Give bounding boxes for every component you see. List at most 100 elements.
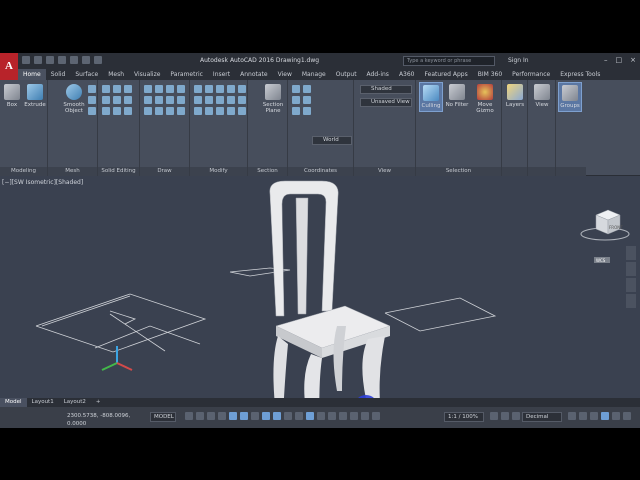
dynamic-input-icon[interactable] <box>218 412 226 420</box>
mesh-tool-icon[interactable] <box>88 85 96 93</box>
zoom-icon[interactable] <box>626 278 636 292</box>
fillet-edge-icon[interactable] <box>113 107 121 115</box>
move-icon[interactable] <box>194 85 202 93</box>
union-icon[interactable] <box>102 85 110 93</box>
polyline-icon[interactable] <box>155 85 163 93</box>
ucs-y-icon[interactable] <box>303 96 311 104</box>
offset-icon[interactable] <box>227 96 235 104</box>
mesh-tool-icon[interactable] <box>88 96 96 104</box>
sign-in-link[interactable]: Sign In <box>508 57 529 64</box>
ucs-3point-icon[interactable] <box>303 107 311 115</box>
interfere-icon[interactable] <box>102 96 110 104</box>
minimize-icon[interactable]: – <box>604 56 608 64</box>
clean-screen-icon[interactable] <box>612 412 620 420</box>
ucs-origin-icon[interactable] <box>303 85 311 93</box>
ucs-combo[interactable]: World <box>312 136 352 145</box>
full-navigation-wheel-icon[interactable] <box>626 246 636 260</box>
tab-layout1[interactable]: Layout1 <box>27 398 59 407</box>
tab-output[interactable]: Output <box>331 69 362 80</box>
intersect-icon[interactable] <box>124 85 132 93</box>
no-filter-button[interactable]: No Filter <box>444 84 470 108</box>
transparency-icon[interactable] <box>295 412 303 420</box>
add-layout-button[interactable]: + <box>91 398 106 407</box>
isolate-objects-icon[interactable] <box>590 412 598 420</box>
subtract-icon[interactable] <box>113 85 121 93</box>
mirror-icon[interactable] <box>227 85 235 93</box>
ortho-icon[interactable] <box>229 412 237 420</box>
section-plane-button[interactable]: Section Plane <box>260 84 286 114</box>
explode-icon[interactable] <box>238 96 246 104</box>
hatch-icon[interactable] <box>144 107 152 115</box>
saveas-icon[interactable] <box>58 56 66 64</box>
line-icon[interactable] <box>144 85 152 93</box>
shell-icon[interactable] <box>124 107 132 115</box>
orbit-icon[interactable] <box>626 294 636 308</box>
point-icon[interactable] <box>177 107 185 115</box>
box-button[interactable]: Box <box>0 84 24 108</box>
polygon-icon[interactable] <box>155 96 163 104</box>
smooth-object-button[interactable]: Smooth Object <box>62 84 86 114</box>
isodraft-icon[interactable] <box>251 412 259 420</box>
new-icon[interactable] <box>22 56 30 64</box>
dynamic-ucs-icon[interactable] <box>328 412 336 420</box>
named-view-combo[interactable]: Unsaved View <box>360 98 412 107</box>
osnap-icon[interactable] <box>273 412 281 420</box>
ellipse-icon[interactable] <box>177 96 185 104</box>
rotate-icon[interactable] <box>205 85 213 93</box>
align-icon[interactable] <box>216 107 224 115</box>
drawing-viewport[interactable]: [−][SW Isometric][Shaded] FRONT WCS <box>0 176 640 398</box>
tab-bim-360[interactable]: BIM 360 <box>473 69 507 80</box>
erase-icon[interactable] <box>194 107 202 115</box>
chamfer-icon[interactable] <box>238 107 246 115</box>
tab-manage[interactable]: Manage <box>297 69 331 80</box>
rectangle-icon[interactable] <box>144 96 152 104</box>
ucs-z-icon[interactable] <box>292 107 300 115</box>
visual-style-combo[interactable]: Shaded <box>360 85 412 94</box>
print-icon[interactable] <box>70 56 78 64</box>
model-space-toggle[interactable]: MODEL <box>150 412 176 422</box>
application-menu-button[interactable]: A <box>0 53 18 81</box>
tab-annotate[interactable]: Annotate <box>235 69 272 80</box>
fillet-icon[interactable] <box>205 96 213 104</box>
plus-icon[interactable] <box>512 412 520 420</box>
copy-icon[interactable] <box>216 85 224 93</box>
infer-icon[interactable] <box>207 412 215 420</box>
spline-icon[interactable] <box>166 96 174 104</box>
tab-layout2[interactable]: Layout2 <box>59 398 91 407</box>
selection-filter-icon[interactable] <box>339 412 347 420</box>
tab-home[interactable]: Home <box>18 69 46 80</box>
layers-button[interactable]: Layers <box>503 84 527 108</box>
workspace-icon[interactable] <box>490 412 498 420</box>
groups-button[interactable]: Groups <box>558 82 582 112</box>
search-input[interactable]: Type a keyword or phrase <box>403 56 495 66</box>
tab-solid[interactable]: Solid <box>46 69 71 80</box>
tab-surface[interactable]: Surface <box>70 69 103 80</box>
scale-icon[interactable] <box>238 85 246 93</box>
3d-osnap-icon[interactable] <box>317 412 325 420</box>
stretch-icon[interactable] <box>205 107 213 115</box>
polar-icon[interactable] <box>240 412 248 420</box>
pan-icon[interactable] <box>626 262 636 276</box>
annotation-visibility-icon[interactable] <box>361 412 369 420</box>
redo-icon[interactable] <box>94 56 102 64</box>
lock-ui-icon[interactable] <box>579 412 587 420</box>
tab-featured-apps[interactable]: Featured Apps <box>420 69 473 80</box>
gizmo-icon[interactable] <box>350 412 358 420</box>
maximize-icon[interactable]: □ <box>616 56 623 64</box>
close-icon[interactable]: × <box>630 56 636 64</box>
tab-parametric[interactable]: Parametric <box>165 69 208 80</box>
trim-icon[interactable] <box>194 96 202 104</box>
tab-add-ins[interactable]: Add-ins <box>362 69 394 80</box>
tab-visualize[interactable]: Visualize <box>129 69 165 80</box>
ucs-icon[interactable] <box>292 85 300 93</box>
helix-icon[interactable] <box>166 107 174 115</box>
lineweight-icon[interactable] <box>284 412 292 420</box>
units-combo[interactable]: Decimal <box>522 412 562 422</box>
annotation-monitor-icon[interactable] <box>501 412 509 420</box>
tab-performance[interactable]: Performance <box>507 69 555 80</box>
thicken-icon[interactable] <box>124 96 132 104</box>
arc-icon[interactable] <box>177 85 185 93</box>
save-icon[interactable] <box>46 56 54 64</box>
snap-icon[interactable] <box>196 412 204 420</box>
extrude-button[interactable]: Extrude <box>23 84 47 108</box>
